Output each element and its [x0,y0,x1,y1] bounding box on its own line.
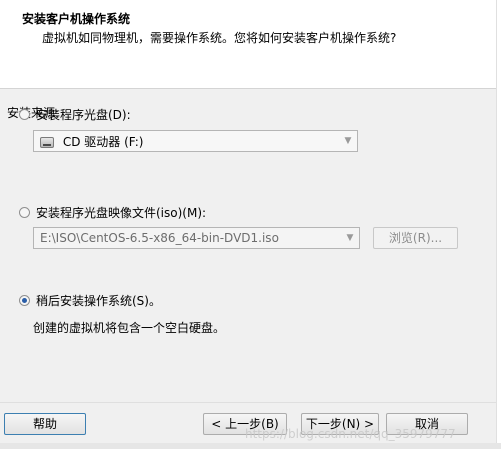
watermark: https://blog.csdn.net/qq_35979777 [245,427,456,441]
radio-label: 安装程序光盘映像文件(iso)(M): [36,206,207,220]
page-subtitle: 虚拟机如同物理机，需要操作系统。您将如何安装客户机操作系统? [42,31,397,45]
radio-button-selected[interactable] [19,295,30,306]
iso-path-select[interactable]: E:\ISO\CentOS-6.5-x86_64-bin-DVD1.iso ▼ [33,227,360,249]
radio-button[interactable] [19,109,30,120]
cd-drive-select[interactable]: CD 驱动器 (F:) ▼ [33,130,358,152]
wizard-header: 安装客户机操作系统 虚拟机如同物理机，需要操作系统。您将如何安装客户机操作系统? [0,0,501,89]
window-edge [496,0,501,449]
radio-label: 稍后安装操作系统(S)。 [36,294,161,308]
radio-iso-image[interactable]: 安装程序光盘映像文件(iso)(M): [19,204,206,221]
cd-drive-value: CD 驱动器 (F:) [62,134,144,149]
new-vm-wizard-dialog: 安装客户机操作系统 虚拟机如同物理机，需要操作系统。您将如何安装客户机操作系统?… [0,0,501,449]
page-title: 安装客户机操作系统 [22,12,131,26]
cd-drive-icon [40,136,54,148]
chevron-down-icon[interactable]: ▼ [341,233,359,243]
install-later-description: 创建的虚拟机将包含一个空白硬盘。 [33,321,226,335]
help-button[interactable]: 帮助 [4,413,86,435]
footer-divider [0,402,496,403]
browse-button[interactable]: 浏览(R)... [373,227,458,249]
chevron-down-icon[interactable]: ▼ [339,136,357,146]
radio-button[interactable] [19,207,30,218]
window-bottom-edge [0,443,501,449]
radio-label: 安装程序光盘(D): [36,108,131,122]
radio-installer-disc[interactable]: 安装程序光盘(D): [19,106,131,123]
radio-install-later[interactable]: 稍后安装操作系统(S)。 [19,292,161,309]
iso-path-value: E:\ISO\CentOS-6.5-x86_64-bin-DVD1.iso [40,231,279,245]
